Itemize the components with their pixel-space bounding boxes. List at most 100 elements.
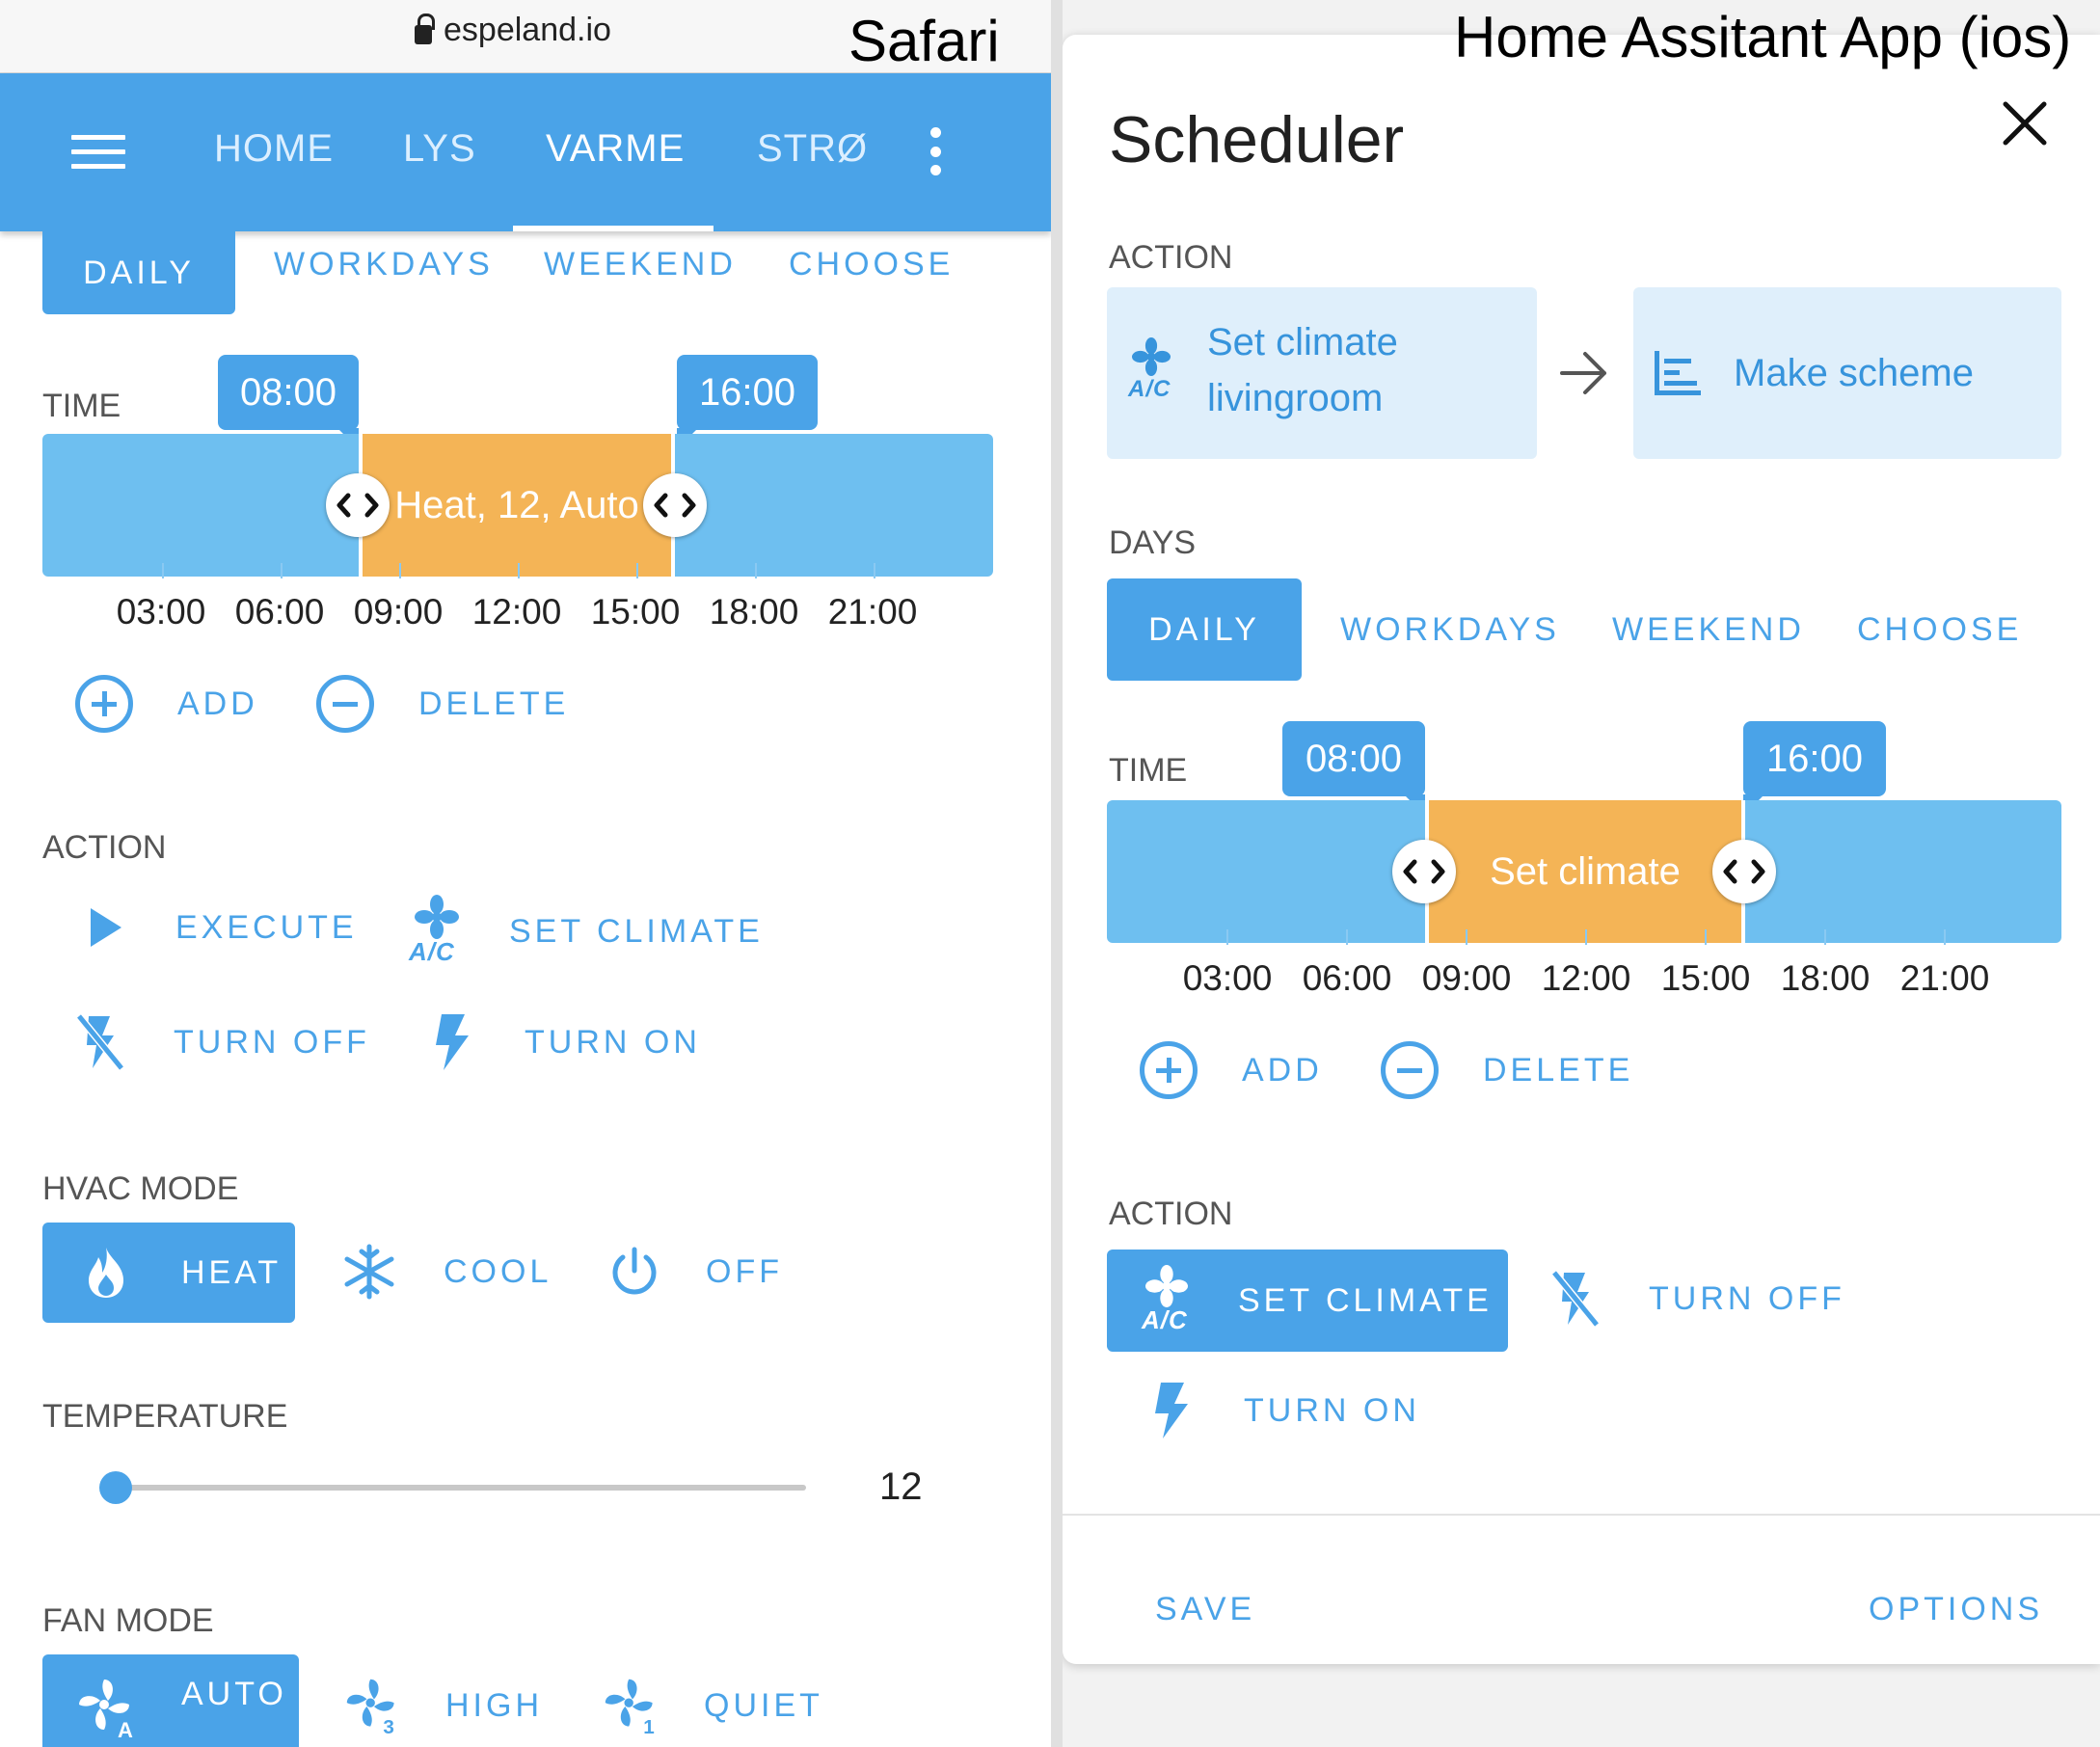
- action-label: ACTION: [42, 829, 167, 866]
- tick-label: 03:00: [1182, 958, 1273, 998]
- action-label: ACTION: [1109, 1196, 1233, 1232]
- chevron-left-right-icon: [654, 493, 696, 518]
- tick-mark: [1226, 929, 1228, 945]
- delete-button[interactable]: DELETE: [1381, 1041, 1633, 1099]
- air-conditioner-icon: A/C: [1128, 337, 1176, 411]
- safari-address-bar[interactable]: espeland.io Safari: [0, 0, 1051, 73]
- days-workdays-button[interactable]: WORKDAYS: [274, 246, 494, 283]
- fire-icon: [89, 1248, 123, 1298]
- flash-off-icon: [75, 1013, 125, 1071]
- temperature-label: TEMPERATURE: [42, 1398, 288, 1435]
- days-weekend-button[interactable]: WEEKEND: [544, 246, 737, 283]
- tick-mark: [1585, 929, 1587, 945]
- tick-mark: [755, 563, 757, 578]
- hvac-off-button[interactable]: OFF: [609, 1246, 783, 1298]
- make-scheme-label: Make scheme: [1734, 352, 1974, 394]
- turn-on-button[interactable]: TURN ON: [432, 1012, 701, 1072]
- tick-mark: [1705, 929, 1707, 945]
- hvac-mode-label: HVAC MODE: [42, 1170, 239, 1207]
- end-drag-handle[interactable]: [1712, 840, 1776, 903]
- tab-home[interactable]: HOME: [214, 127, 334, 171]
- chevron-left-right-icon: [1403, 859, 1445, 884]
- ha-app-panel: Scheduler ACTION A/C Set climate livingr…: [1063, 0, 2100, 1747]
- days-weekend-button[interactable]: WEEKEND: [1612, 611, 1805, 649]
- options-button[interactable]: OPTIONS: [1869, 1591, 2043, 1628]
- time-label: TIME: [1109, 752, 1188, 789]
- lock-icon: [415, 13, 435, 44]
- tick-label: 18:00: [1780, 958, 1871, 998]
- url-display[interactable]: espeland.io: [415, 12, 611, 49]
- set-climate-button[interactable]: A/C SET CLIMATE: [1107, 1250, 1508, 1352]
- set-climate-label: SET CLIMATE: [1238, 1281, 1493, 1319]
- hvac-cool-button[interactable]: COOL: [341, 1244, 552, 1300]
- tick-label: 21:00: [827, 592, 918, 632]
- set-climate-label: SET CLIMATE: [509, 912, 764, 950]
- make-scheme-card[interactable]: Make scheme: [1633, 287, 2061, 459]
- tab-strom[interactable]: STRØN: [757, 127, 871, 171]
- tick-label: 12:00: [471, 592, 562, 632]
- temperature-slider-thumb[interactable]: [99, 1471, 132, 1504]
- tick-mark: [1944, 929, 1946, 945]
- start-time-tooltip: 08:00: [218, 355, 359, 430]
- turn-off-button[interactable]: TURN OFF: [75, 1012, 370, 1072]
- menu-icon[interactable]: [71, 135, 125, 170]
- start-time-tooltip: 08:00: [1282, 721, 1425, 796]
- tick-mark: [1346, 929, 1348, 945]
- days-choose-button[interactable]: CHOOSE: [1857, 611, 2022, 649]
- dialog-title: Scheduler: [1109, 103, 1405, 176]
- days-daily-button[interactable]: DAILY: [42, 231, 235, 314]
- tab-lys[interactable]: LYS: [403, 127, 476, 171]
- execute-button[interactable]: EXECUTE: [87, 906, 358, 949]
- tick-mark: [281, 563, 283, 578]
- start-drag-handle[interactable]: [1392, 840, 1456, 903]
- timeline-slot[interactable]: Set climate: [1425, 800, 1745, 943]
- flash-off-icon: [1550, 1270, 1601, 1328]
- add-circle-icon: [1140, 1041, 1198, 1099]
- tick-label: 03:00: [116, 592, 206, 632]
- fan-high-label: HIGH: [445, 1686, 543, 1724]
- url-text: espeland.io: [444, 12, 611, 48]
- tick-label: 09:00: [1421, 958, 1512, 998]
- days-choose-button[interactable]: CHOOSE: [789, 246, 954, 283]
- top-app-bar: HOME LYS VARME STRØN: [0, 73, 1051, 231]
- end-drag-handle[interactable]: [643, 473, 707, 537]
- tick-label: 12:00: [1541, 958, 1631, 998]
- more-vert-icon[interactable]: [928, 127, 943, 175]
- days-label: DAYS: [1109, 524, 1197, 561]
- add-button[interactable]: ADD: [1140, 1041, 1323, 1099]
- hvac-cool-label: COOL: [444, 1252, 552, 1290]
- tick-mark: [636, 563, 638, 578]
- add-button[interactable]: ADD: [75, 675, 258, 733]
- end-time-tooltip: 16:00: [1743, 721, 1886, 796]
- fan-high-button[interactable]: 3 HIGH: [343, 1674, 543, 1737]
- slot-label: Heat, 12, Auto: [394, 483, 639, 526]
- days-workdays-button[interactable]: WORKDAYS: [1340, 611, 1560, 649]
- overlay-label-ha-app: Home Assitant App (ios): [1454, 5, 2072, 69]
- turn-off-label: TURN OFF: [174, 1023, 370, 1061]
- turn-on-button[interactable]: TURN ON: [1151, 1381, 1420, 1440]
- air-conditioner-icon: A/C: [409, 895, 467, 968]
- fan-quiet-label: QUIET: [704, 1686, 823, 1724]
- timeline-slot[interactable]: Heat, 12, Auto: [359, 434, 675, 577]
- tick-label: 15:00: [1660, 958, 1751, 998]
- set-climate-button[interactable]: A/C SET CLIMATE: [409, 895, 764, 968]
- temperature-slider-track[interactable]: [116, 1485, 806, 1491]
- tick-label: 06:00: [1302, 958, 1392, 998]
- tick-mark: [518, 563, 520, 578]
- start-drag-handle[interactable]: [326, 473, 390, 537]
- turn-off-button[interactable]: TURN OFF: [1550, 1269, 1845, 1329]
- save-button[interactable]: SAVE: [1155, 1591, 1255, 1628]
- fan-quiet-button[interactable]: 1 QUIET: [602, 1674, 823, 1737]
- tick-mark: [162, 563, 164, 578]
- close-icon[interactable]: [2000, 98, 2050, 148]
- active-tab-indicator: [513, 226, 713, 231]
- fan-speed-3-icon: 3: [346, 1679, 394, 1737]
- flash-icon: [436, 1014, 469, 1070]
- set-climate-card[interactable]: A/C Set climate livingroom: [1107, 287, 1537, 459]
- tab-varme[interactable]: VARME: [546, 127, 685, 171]
- hvac-heat-button[interactable]: HEAT: [42, 1223, 295, 1323]
- days-daily-button[interactable]: DAILY: [1107, 578, 1302, 681]
- fan-auto-label: AUTO: [181, 1676, 287, 1712]
- fan-auto-button[interactable]: A AUTO: [42, 1654, 299, 1747]
- delete-button[interactable]: DELETE: [316, 675, 569, 733]
